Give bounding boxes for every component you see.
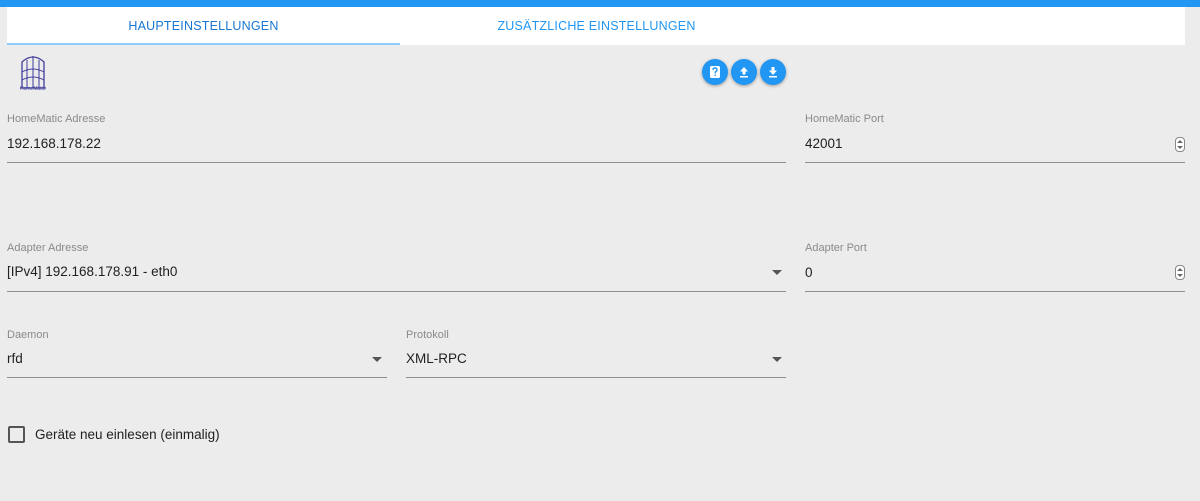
top-accent-bar [0, 0, 1200, 7]
daemon-select[interactable]: rfd [7, 351, 23, 366]
tab-main-settings[interactable]: HAUPTEINSTELLUNGEN [7, 7, 400, 45]
adapter-port-input[interactable]: 0 [805, 265, 813, 280]
adapter-address-label: Adapter Adresse [7, 242, 89, 254]
logo-text: HomeMatic [20, 86, 46, 92]
protocol-label: Protokoll [406, 329, 449, 341]
download-icon [769, 67, 777, 78]
homematic-address-input[interactable]: 192.168.178.22 [7, 136, 101, 151]
protocol-underline [406, 377, 786, 378]
reload-devices-label[interactable]: Geräte neu einlesen (einmalig) [35, 427, 220, 442]
homematic-address-underline [7, 162, 786, 163]
download-button[interactable] [760, 59, 786, 85]
adapter-address-underline [7, 291, 786, 292]
homematic-port-stepper[interactable] [1175, 137, 1185, 152]
help-icon [710, 66, 720, 78]
reload-devices-checkbox[interactable] [8, 426, 25, 443]
adapter-port-label: Adapter Port [805, 242, 867, 254]
homematic-port-underline [805, 162, 1185, 163]
help-button[interactable] [702, 59, 728, 85]
adapter-port-underline [805, 291, 1185, 292]
adapter-port-stepper[interactable] [1175, 265, 1185, 280]
adapter-address-select[interactable]: [IPv4] 192.168.178.91 - eth0 [7, 264, 177, 279]
homematic-port-label: HomeMatic Port [805, 113, 884, 125]
upload-icon [740, 67, 748, 78]
homematic-port-input[interactable]: 42001 [805, 136, 843, 151]
homematic-logo [20, 56, 46, 89]
active-tab-indicator [7, 43, 400, 45]
tab-bar: HAUPTEINSTELLUNGEN ZUSÄTZLICHE EINSTELLU… [7, 7, 1185, 45]
chevron-down-icon[interactable] [372, 357, 382, 362]
chevron-down-icon[interactable] [772, 270, 782, 275]
upload-button[interactable] [731, 59, 757, 85]
tab-additional-settings[interactable]: ZUSÄTZLICHE EINSTELLUNGEN [400, 7, 793, 45]
daemon-underline [7, 377, 387, 378]
daemon-label: Daemon [7, 329, 49, 341]
protocol-select[interactable]: XML-RPC [406, 351, 467, 366]
chevron-down-icon[interactable] [772, 357, 782, 362]
homematic-address-label: HomeMatic Adresse [7, 113, 106, 125]
